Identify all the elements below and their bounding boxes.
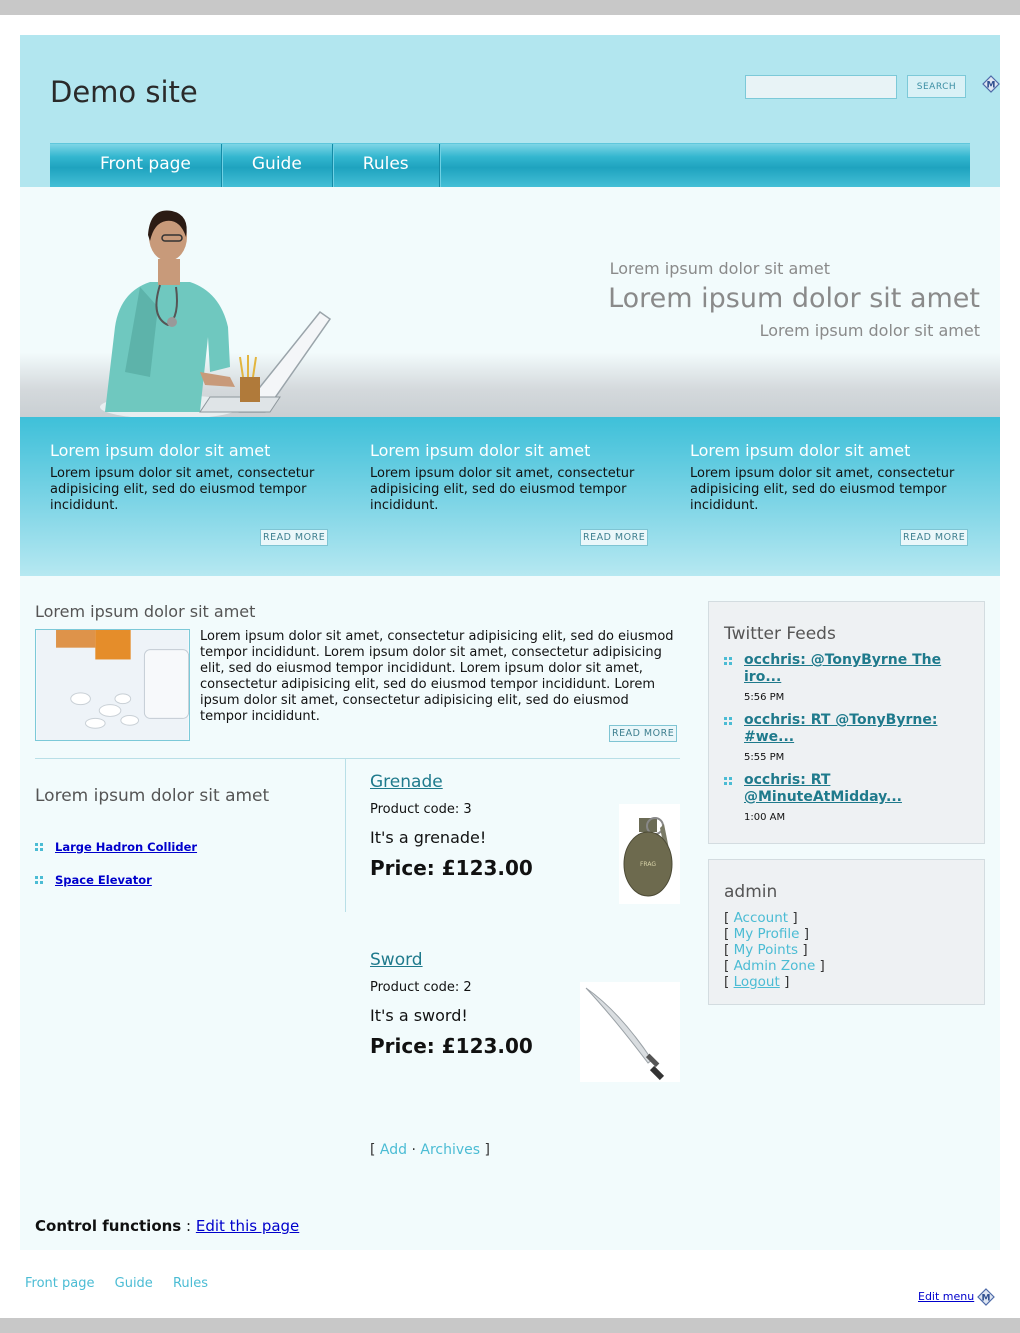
- twitter-box: Twitter Feeds occhris: @TonyByrne The ir…: [708, 601, 985, 844]
- admin-box: admin [ Account ] [ My Profile ] [ My Po…: [708, 859, 985, 1005]
- page-container: Demo site SEARCH M Front page Guide Rule…: [20, 35, 1000, 1250]
- svg-text:FRAG: FRAG: [640, 861, 656, 868]
- top-border: [0, 0, 1020, 15]
- teaser-title: Lorem ipsum dolor sit amet: [690, 441, 911, 460]
- admin-link-row: [ Logout ]: [724, 974, 790, 990]
- links-list: Large Hadron Collider Space Elevator: [35, 830, 197, 896]
- main-content: Lorem ipsum dolor sit amet Lorem ipsum d…: [20, 576, 1000, 1250]
- main-nav: Front page Guide Rules: [50, 143, 970, 188]
- teaser-text: Lorem ipsum dolor sit amet, consectetur …: [50, 466, 315, 513]
- article-read-more-button[interactable]: READ MORE: [609, 725, 678, 742]
- footer-link-guide[interactable]: Guide: [115, 1276, 153, 1291]
- tweet-time: 1:00 AM: [744, 812, 786, 823]
- article-text: Lorem ipsum dolor sit amet, consectetur …: [200, 629, 674, 724]
- admin-link-row: [ My Points ]: [724, 942, 808, 958]
- svg-text:M: M: [982, 1294, 991, 1304]
- search-button[interactable]: SEARCH: [907, 75, 966, 98]
- twitter-title: Twitter Feeds: [724, 624, 836, 644]
- banner-heading: Lorem ipsum dolor sit amet: [608, 283, 980, 314]
- list-item: Large Hadron Collider: [35, 830, 197, 863]
- pills-image[interactable]: [35, 629, 190, 741]
- logout-link[interactable]: Logout: [734, 974, 780, 990]
- list-item: Space Elevator: [35, 863, 197, 896]
- admin-title: admin: [724, 882, 778, 902]
- product-name[interactable]: Grenade: [370, 772, 680, 792]
- archives-link[interactable]: Archives: [420, 1142, 480, 1158]
- tweet-link[interactable]: occhris: RT @MinuteAtMidday...: [744, 772, 959, 806]
- footer-link-front-page[interactable]: Front page: [25, 1276, 94, 1291]
- sword-image[interactable]: [580, 982, 680, 1082]
- control-functions: Control functions : Edit this page: [35, 1217, 299, 1235]
- separator: ·: [411, 1142, 416, 1158]
- hero-banner: Lorem ipsum dolor sit amet Lorem ipsum d…: [20, 187, 1000, 417]
- banner-subheading: Lorem ipsum dolor sit amet: [609, 259, 830, 278]
- nurse-laptop-illustration: [100, 210, 332, 417]
- footer-nav: Front page Guide Rules: [25, 1276, 224, 1291]
- teaser-card: Lorem ipsum dolor sit amet Lorem ipsum d…: [690, 441, 970, 514]
- grenade-image[interactable]: FRAG: [619, 804, 680, 904]
- tweet-item: occhris: RT @MinuteAtMidday... 1:00 AM: [724, 772, 984, 823]
- teaser-read-more-button[interactable]: READ MORE: [900, 529, 969, 546]
- banner-tagline: Lorem ipsum dolor sit amet: [759, 321, 980, 340]
- teaser-card: Lorem ipsum dolor sit amet Lorem ipsum d…: [370, 441, 650, 514]
- control-separator: :: [186, 1217, 192, 1235]
- nav-item-rules[interactable]: Rules: [333, 144, 440, 188]
- site-title[interactable]: Demo site: [50, 75, 198, 109]
- account-link[interactable]: Account: [734, 910, 789, 926]
- bracket-close: ]: [484, 1142, 490, 1158]
- m-logo-icon[interactable]: M: [977, 1288, 995, 1306]
- teaser-read-more-button[interactable]: READ MORE: [260, 529, 329, 546]
- search-input[interactable]: [745, 75, 897, 99]
- teaser-text: Lorem ipsum dolor sit amet, consectetur …: [690, 466, 955, 513]
- bullet-icon: [724, 657, 732, 665]
- m-logo-icon[interactable]: M: [982, 75, 1000, 93]
- links-block-title: Lorem ipsum dolor sit amet: [35, 786, 270, 806]
- nav-item-front-page[interactable]: Front page: [50, 144, 222, 188]
- link-space-elevator[interactable]: Space Elevator: [55, 873, 152, 887]
- my-points-link[interactable]: My Points: [734, 942, 798, 958]
- tweet-time: 5:56 PM: [744, 692, 785, 703]
- pills-illustration: [36, 630, 189, 740]
- admin-zone-link[interactable]: Admin Zone: [734, 958, 816, 974]
- teaser-title: Lorem ipsum dolor sit amet: [50, 441, 271, 460]
- teaser-title: Lorem ipsum dolor sit amet: [370, 441, 591, 460]
- edit-page-link[interactable]: Edit this page: [196, 1217, 299, 1235]
- column-divider: [345, 759, 346, 912]
- control-label: Control functions: [35, 1217, 182, 1235]
- tweet-item: occhris: @TonyByrne The iro... 5:56 PM: [724, 652, 984, 703]
- tweet-time: 5:55 PM: [744, 752, 785, 763]
- bullet-icon: [35, 842, 43, 851]
- product-actions: [ Add · Archives ]: [370, 1142, 490, 1158]
- section-divider: [35, 758, 680, 759]
- edit-menu-link[interactable]: Edit menu: [918, 1290, 974, 1303]
- teaser-text: Lorem ipsum dolor sit amet, consectetur …: [370, 466, 635, 513]
- svg-text:M: M: [987, 81, 996, 91]
- grenade-illustration: FRAG: [623, 817, 673, 897]
- teaser-row: Lorem ipsum dolor sit amet Lorem ipsum d…: [20, 417, 1000, 576]
- bullet-icon: [35, 875, 43, 884]
- tweet-item: occhris: RT @TonyByrne: #we... 5:55 PM: [724, 712, 984, 763]
- sword-illustration: [585, 987, 665, 1081]
- admin-link-row: [ Account ]: [724, 910, 798, 926]
- bullet-icon: [724, 777, 732, 785]
- teaser-card: Lorem ipsum dolor sit amet Lorem ipsum d…: [50, 441, 330, 514]
- admin-link-row: [ My Profile ]: [724, 926, 810, 942]
- bullet-icon: [724, 717, 732, 725]
- product-name[interactable]: Sword: [370, 950, 680, 970]
- link-large-hadron-collider[interactable]: Large Hadron Collider: [55, 840, 197, 854]
- add-link[interactable]: Add: [380, 1142, 407, 1158]
- tweet-link[interactable]: occhris: RT @TonyByrne: #we...: [744, 712, 959, 746]
- admin-link-row: [ Admin Zone ]: [724, 958, 825, 974]
- bottom-border: [0, 1318, 1020, 1333]
- footer-link-rules[interactable]: Rules: [173, 1276, 208, 1291]
- nav-item-guide[interactable]: Guide: [222, 144, 333, 188]
- my-profile-link[interactable]: My Profile: [734, 926, 800, 942]
- teaser-read-more-button[interactable]: READ MORE: [580, 529, 649, 546]
- header: Demo site SEARCH M Front page Guide Rule…: [20, 35, 1000, 188]
- bracket-open: [: [370, 1142, 376, 1158]
- tweet-link[interactable]: occhris: @TonyByrne The iro...: [744, 652, 959, 686]
- article-title: Lorem ipsum dolor sit amet: [35, 602, 256, 621]
